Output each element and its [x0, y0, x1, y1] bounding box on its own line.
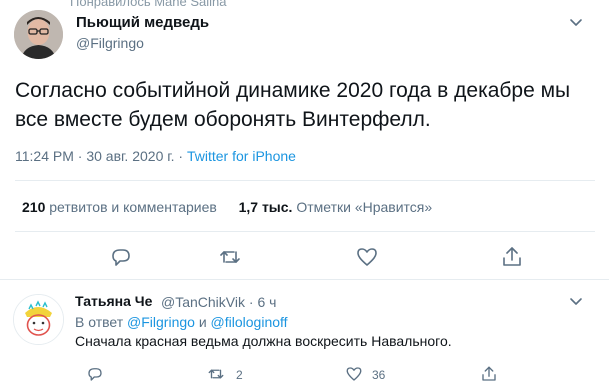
share-icon[interactable] [500, 245, 524, 269]
reply-more-options-icon[interactable] [567, 292, 585, 310]
divider [15, 231, 595, 232]
tweet-meta: 11:24 PM · 30 авг. 2020 г. · Twitter for… [15, 148, 296, 164]
author-avatar[interactable] [14, 10, 63, 59]
tweet-source-link[interactable]: Twitter for iPhone [187, 148, 296, 164]
tweet-text: Согласно событийной динамике 2020 года в… [15, 79, 571, 131]
reply-share-icon[interactable] [480, 365, 498, 383]
more-options-icon[interactable] [567, 13, 585, 31]
divider [0, 279, 609, 280]
tweet-date[interactable]: 30 авг. 2020 г. [86, 148, 174, 164]
tweet-time[interactable]: 11:24 PM [15, 148, 74, 164]
reply-icon[interactable] [109, 245, 133, 269]
tweet-stats: 210 ретвитов и комментариев 1,7 тыс. Отм… [22, 199, 432, 215]
meta-separator: · [77, 148, 83, 164]
meta-separator: · [178, 148, 184, 164]
reply-like-icon[interactable] [345, 365, 363, 383]
reply-text: Сначала красная ведьма должна воскресить… [75, 333, 452, 349]
reply-author-meta: @TanChikVik · 6 ч [161, 294, 276, 310]
in-reply-user-link[interactable]: @filologinoff [211, 314, 288, 330]
like-icon[interactable] [355, 245, 379, 269]
likes-stat[interactable]: 1,7 тыс. Отметки «Нравится» [239, 199, 433, 215]
in-reply-and: и [198, 314, 207, 330]
in-reply-prefix: В ответ [75, 314, 124, 330]
author-handle[interactable]: @Filgringo [76, 35, 144, 51]
retweets-stat[interactable]: 210 ретвитов и комментариев [22, 199, 217, 215]
meta-separator: · [248, 294, 254, 310]
in-reply-user-link[interactable]: @Filgringo [127, 314, 195, 330]
reply-reply-icon[interactable] [86, 365, 104, 383]
liked-by-context: Понравилось Mane Salina [70, 0, 227, 9]
reply-time[interactable]: 6 ч [257, 294, 276, 310]
reply-like-count: 36 [372, 368, 386, 382]
reply-author-handle[interactable]: @TanChikVik [161, 294, 245, 310]
in-reply-to: В ответ @Filgringo и @filologinoff [75, 314, 288, 330]
author-name[interactable]: Пьющий медведь [76, 14, 209, 31]
divider [15, 180, 595, 181]
reply-author-name[interactable]: Татьяна Че [75, 293, 152, 309]
reply-retweet-count: 2 [236, 368, 243, 382]
reply-author-avatar[interactable] [13, 294, 64, 345]
reply-retweet-icon[interactable] [207, 365, 225, 383]
retweet-icon[interactable] [218, 245, 242, 269]
